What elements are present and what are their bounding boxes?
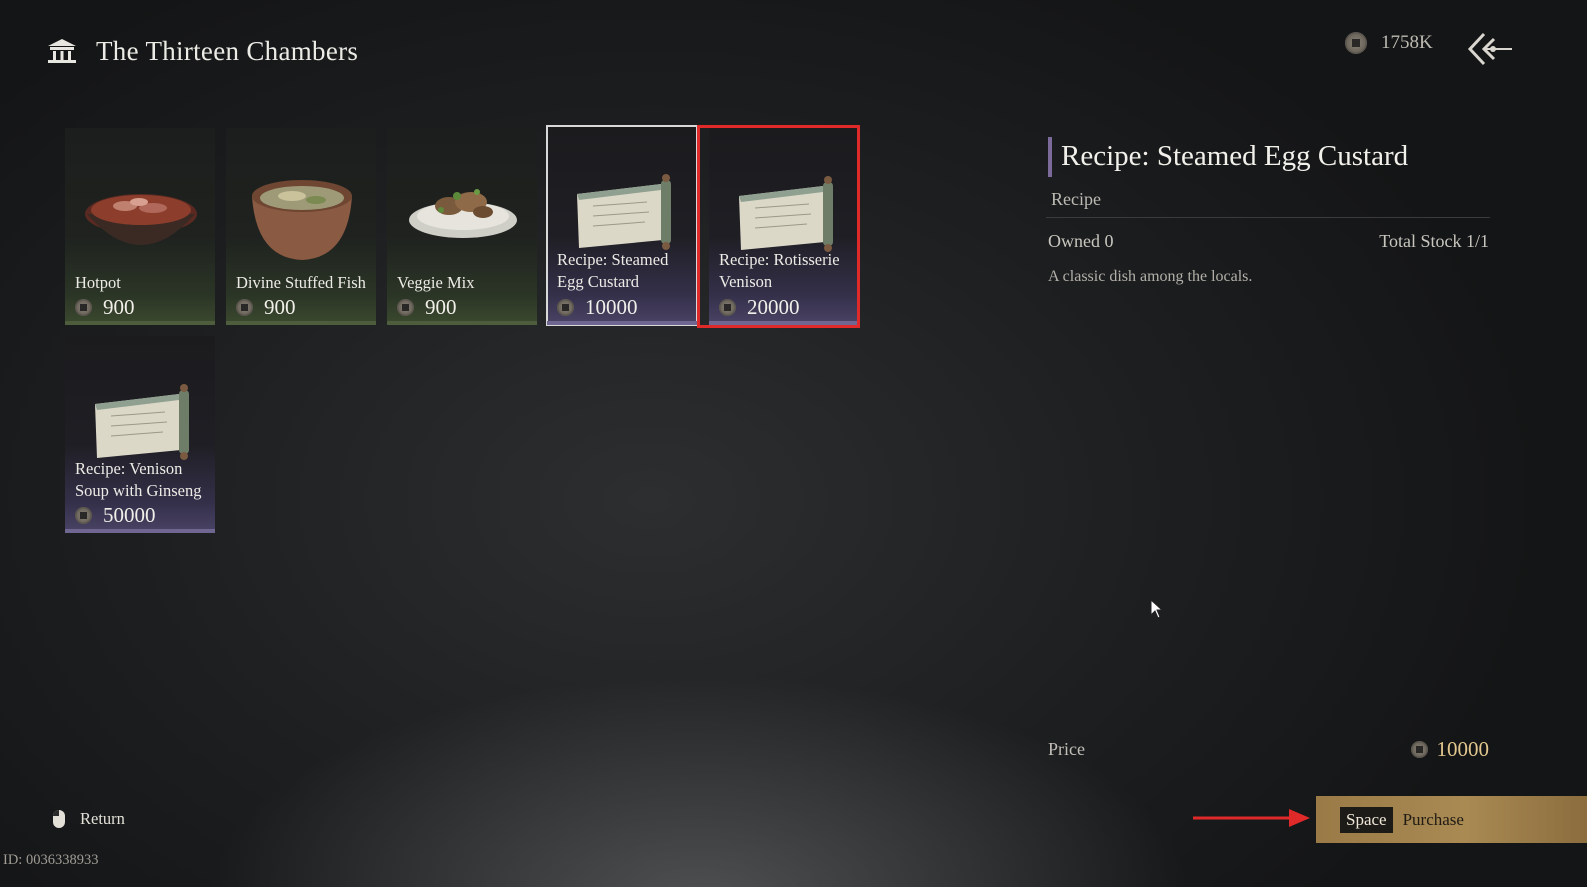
price-label: Price [1048,739,1085,759]
owned-count: Owned 0 [1048,231,1114,251]
item-name: Recipe: Rotisserie Venison [719,250,840,291]
recipe-scroll-icon [95,384,189,460]
player-id: ID: 0036338933 [3,852,99,868]
currency-amount: 1758K [1381,32,1433,53]
back-arrow-icon[interactable] [1466,30,1514,68]
shop-item-veggie-mix[interactable]: Veggie Mix 900 [387,128,537,325]
hotpot-image [85,194,197,245]
purchase-label: Purchase [1402,809,1464,829]
annotation-arrow-icon [1193,809,1310,827]
item-name: Recipe: Venison Soup with Ginseng [75,459,202,500]
item-price: 20000 [719,295,800,320]
return-button[interactable]: Return [52,809,125,829]
shop-item-divine-stuffed-fish[interactable]: Divine Stuffed Fish 900 [226,128,376,325]
item-name: Veggie Mix [397,273,475,292]
item-name: Recipe: Steamed Egg Custard [557,250,669,291]
item-price: 900 [236,295,296,320]
mouse-cursor-icon [1150,599,1164,619]
detail-title: Recipe: Steamed Egg Custard [1061,140,1409,172]
item-price-value: 900 [264,295,296,319]
detail-accent-bar [1048,137,1052,177]
stuffed-fish-image [252,180,352,260]
item-price-value: 50000 [103,503,156,527]
price-value: 10000 [1410,737,1490,762]
detail-divider [1046,217,1490,218]
total-stock: Total Stock 1/1 [1379,231,1489,251]
item-name: Hotpot [75,273,121,292]
coin-icon [1345,32,1367,54]
shop-item-hotpot[interactable]: Hotpot 900 [65,128,215,325]
purchase-button[interactable]: Space Purchase [1316,796,1587,843]
item-description: A classic dish among the locals. [1048,268,1253,285]
space-key-hint: Space [1340,806,1393,833]
item-price-value: 900 [103,295,135,319]
coin-icon [236,299,253,316]
veggie-mix-image [409,189,517,238]
recipe-scroll-icon [739,176,833,252]
coin-icon [75,507,92,524]
currency-display: 1758K [1345,32,1433,54]
page-title: The Thirteen Chambers [96,36,359,66]
item-price-value: 20000 [747,295,800,319]
return-label: Return [80,809,125,828]
coin-icon [557,299,574,316]
pavilion-icon [48,39,76,63]
item-price: 900 [75,295,135,320]
mouse-right-click-icon [53,810,65,828]
shop-item-recipe-venison-soup-with-ginseng[interactable]: Recipe: Venison Soup with Ginseng 50000 [65,336,215,533]
recipe-scroll-icon [577,174,671,250]
detail-type: Recipe [1051,189,1101,209]
price-amount: 10000 [1436,737,1490,761]
item-price: 50000 [75,503,156,528]
coin-icon [1410,741,1428,758]
item-price: 10000 [557,295,638,320]
shop-item-recipe-rotisserie-venison[interactable]: Recipe: Rotisserie Venison 20000 [709,128,859,325]
item-price-value: 10000 [585,295,638,319]
item-name: Divine Stuffed Fish [236,273,366,292]
coin-icon [75,299,92,316]
coin-icon [397,299,414,316]
coin-icon [719,299,736,316]
item-price-value: 900 [425,295,457,319]
item-price: 900 [397,295,457,320]
shop-item-recipe-steamed-egg-custard[interactable]: Recipe: Steamed Egg Custard 10000 [546,125,698,326]
